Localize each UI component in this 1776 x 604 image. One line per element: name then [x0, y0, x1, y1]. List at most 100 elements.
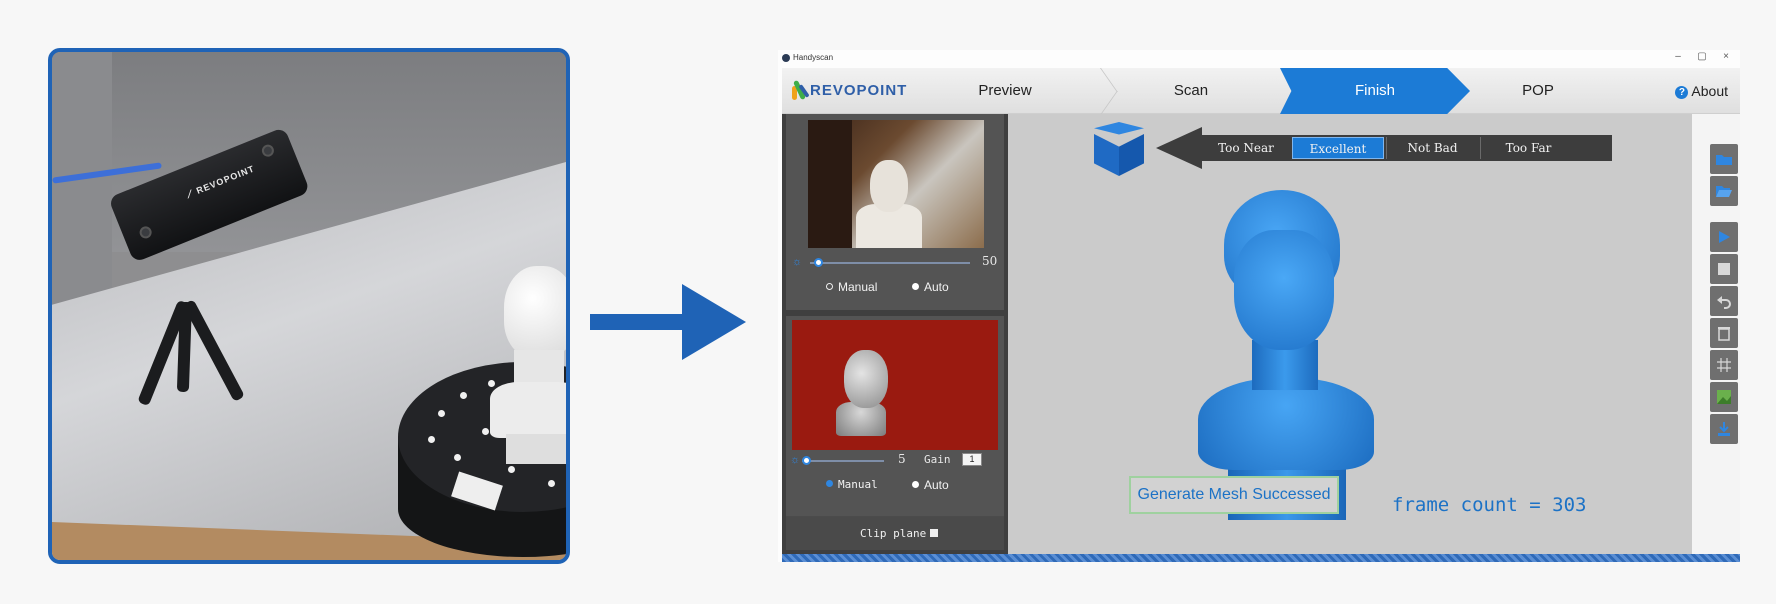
marker-dot	[438, 410, 445, 417]
clip-plane-row: Clip plane	[786, 516, 1004, 550]
about-button[interactable]: ? About	[1675, 83, 1728, 99]
download-button[interactable]	[1710, 414, 1738, 444]
gain-label: Gain	[924, 453, 951, 466]
radio-label: Manual	[838, 280, 878, 294]
checkbox-icon	[930, 529, 939, 537]
handyscan-window: Handyscan – ▢ × REVOPOINT Preview Scan F…	[778, 50, 1740, 562]
bust-base	[506, 434, 566, 464]
bust-head	[504, 266, 566, 358]
about-label: About	[1691, 83, 1728, 99]
depth-manual-radio[interactable]: Manual	[826, 478, 878, 491]
tripod-leg	[182, 299, 245, 402]
minimize-button[interactable]: –	[1670, 51, 1686, 62]
radio-label: Auto	[924, 478, 949, 492]
distance-indicator: Too Near Excellent Not Bad Too Far	[1156, 127, 1612, 169]
slider-knob[interactable]	[802, 456, 811, 465]
arrow-head	[682, 284, 746, 360]
clip-plane-checkbox[interactable]: Clip plane	[860, 527, 939, 540]
undo-button[interactable]	[1710, 286, 1738, 316]
play-button[interactable]	[1710, 222, 1738, 252]
depth-camera-panel: ☼ 5 Gain 1 Manual Auto Clip plane	[786, 316, 1004, 550]
scanner-brand-logo: ⟋ REVOPOINT	[184, 163, 257, 200]
radio-label: Manual	[838, 478, 878, 491]
texture-icon	[1717, 390, 1731, 404]
download-icon	[1718, 422, 1730, 436]
play-icon	[1719, 231, 1730, 243]
slider-knob[interactable]	[814, 258, 823, 267]
lens-icon	[137, 224, 154, 241]
cube-face	[1119, 134, 1144, 176]
window-title: Handyscan	[793, 53, 834, 62]
help-icon: ?	[1675, 86, 1689, 99]
brightness-icon: ☼	[790, 454, 801, 466]
folder-button[interactable]	[1710, 144, 1738, 174]
depth-exposure-value: 5	[898, 452, 906, 466]
preview-bust-head	[870, 160, 908, 212]
marker-dot	[460, 392, 467, 399]
brand-name: REVOPOINT	[810, 82, 908, 99]
depth-camera-preview	[792, 320, 998, 450]
radio-label: Auto	[924, 280, 949, 294]
grid-button[interactable]	[1710, 350, 1738, 380]
rgb-manual-radio[interactable]: Manual	[826, 280, 877, 294]
distance-arrow-icon	[1156, 127, 1202, 169]
open-folder-icon	[1716, 186, 1732, 197]
depth-exposure-slider[interactable]	[802, 456, 884, 465]
app-icon	[782, 54, 790, 62]
workflow-nav: REVOPOINT Preview Scan Finish POP ? About	[782, 68, 1740, 114]
folder-icon	[1716, 155, 1732, 165]
rgb-camera-panel: ☼ 50 Manual Auto	[786, 114, 1004, 310]
radio-selected-icon	[912, 283, 919, 290]
preview-background	[808, 120, 852, 248]
bust-chest	[490, 382, 566, 438]
3d-viewport[interactable]: Too Near Excellent Not Bad Too Far Gener…	[1008, 114, 1692, 554]
tripod	[130, 299, 245, 432]
marker-dot	[454, 454, 461, 461]
radio-icon	[826, 283, 833, 290]
tab-finish[interactable]: Finish	[1280, 68, 1470, 114]
close-button[interactable]: ×	[1718, 51, 1734, 62]
cube-face	[1094, 134, 1119, 176]
view-cube-icon[interactable]	[1094, 122, 1144, 178]
maximize-button[interactable]: ▢	[1694, 51, 1710, 62]
stop-button[interactable]	[1710, 254, 1738, 284]
right-toolbar	[1692, 114, 1740, 554]
rgb-exposure-value: 50	[982, 254, 998, 268]
status-message: Generate Mesh Successed	[1129, 476, 1339, 514]
grid-icon	[1717, 358, 1731, 372]
marker-dot	[428, 436, 435, 443]
rgb-exposure-slider[interactable]	[810, 258, 970, 267]
rgb-auto-radio[interactable]: Auto	[912, 280, 949, 294]
distance-bar: Too Near Excellent Not Bad Too Far	[1200, 135, 1612, 161]
plaster-bust	[484, 266, 566, 466]
right-arrow-icon	[590, 284, 750, 360]
frame-count: frame count = 303	[1392, 494, 1587, 516]
distance-too-far: Too Far	[1480, 137, 1576, 159]
rgb-camera-preview	[808, 120, 984, 248]
depth-bust-head	[844, 350, 888, 408]
scanned-mesh-model	[1178, 190, 1378, 520]
revopoint-logo-icon	[792, 79, 810, 101]
brightness-icon: ☼	[792, 256, 803, 268]
depth-auto-radio[interactable]: Auto	[912, 478, 949, 492]
mesh-chest	[1198, 378, 1374, 470]
tab-pop[interactable]: POP	[1478, 68, 1598, 114]
lens-icon	[260, 142, 276, 159]
tripod-leg	[176, 301, 192, 393]
undo-icon	[1717, 296, 1731, 309]
tab-scan[interactable]: Scan	[1128, 68, 1254, 114]
delete-icon	[1718, 327, 1730, 341]
title-bar: Handyscan – ▢ ×	[778, 50, 1740, 68]
gain-spinbox[interactable]: 1	[962, 453, 982, 466]
distance-not-bad: Not Bad	[1386, 137, 1478, 159]
texture-button[interactable]	[1710, 382, 1738, 412]
delete-button[interactable]	[1710, 318, 1738, 348]
open-folder-button[interactable]	[1710, 176, 1738, 206]
mesh-face	[1234, 230, 1334, 350]
tab-preview[interactable]: Preview	[962, 68, 1048, 114]
distance-too-near: Too Near	[1218, 141, 1274, 155]
distance-excellent: Excellent	[1292, 137, 1384, 159]
bottom-progress-stripe	[782, 554, 1740, 562]
clip-plane-label: Clip plane	[860, 527, 927, 540]
composite-image: ⟋ REVOPOINT Handyscan – ▢ × REVOPOINT Pr…	[0, 0, 1776, 604]
